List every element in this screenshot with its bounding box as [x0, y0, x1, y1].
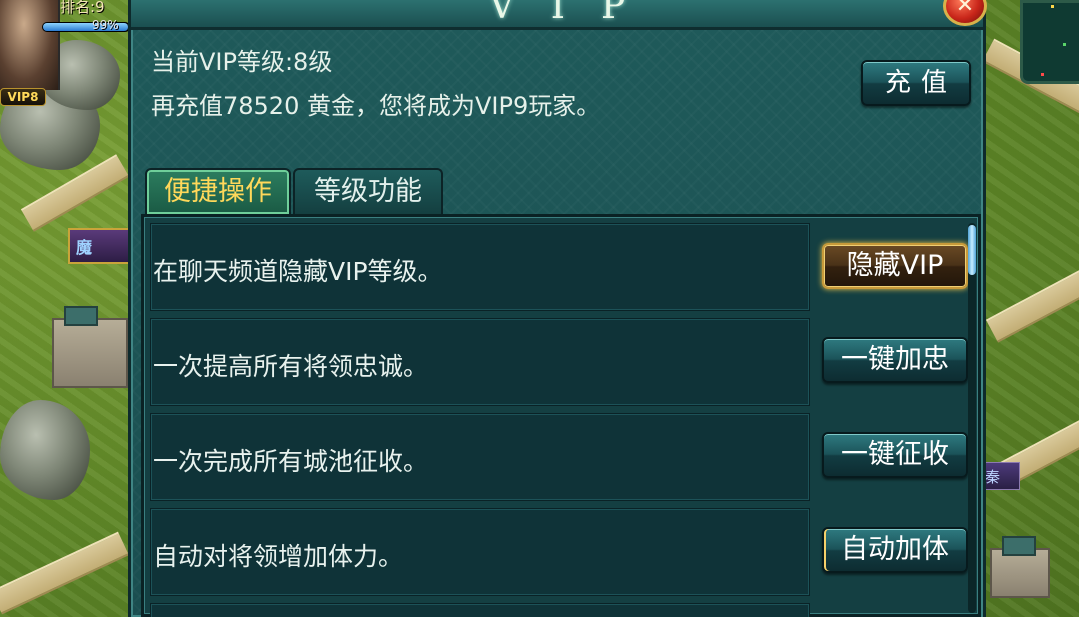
- list-item: 自动对将领增加体力。: [150, 508, 810, 596]
- map-city-tag-label: 秦: [985, 468, 1001, 486]
- map-city[interactable]: [990, 536, 1050, 598]
- minimap-marker: [1063, 43, 1066, 46]
- close-icon: ✕: [955, 0, 975, 18]
- vip-dialog: VIP ✕ 当前VIP等级:8级 再充值78520 黄金，您将成为VIP9玩家。…: [128, 0, 987, 617]
- vip-badge[interactable]: VIP8: [0, 88, 46, 106]
- list-item: 一次提高所有将领忠诚。: [150, 318, 810, 406]
- scrollbar-thumb[interactable]: [968, 225, 976, 275]
- list-item: 在聊天频道隐藏VIP等级。: [150, 223, 810, 311]
- auto-stamina-button[interactable]: 自动加体: [822, 527, 968, 573]
- list-item-text: 一次提高所有将领忠诚。: [153, 352, 429, 381]
- shortcut-list: 在聊天频道隐藏VIP等级。 隐藏VIP 一次提高所有将领忠诚。 一键加忠 一次完…: [141, 214, 981, 617]
- tab-level-features[interactable]: 等级功能: [293, 168, 443, 214]
- raise-loyalty-button[interactable]: 一键加忠: [822, 337, 968, 383]
- list-item: 一次完成所有城池征收。: [150, 413, 810, 501]
- player-avatar[interactable]: [0, 0, 60, 90]
- map-road: [0, 531, 129, 615]
- map-road: [985, 263, 1079, 343]
- list-item-text: 在聊天频道隐藏VIP等级。: [153, 257, 443, 286]
- current-vip-level: 当前VIP等级:8级: [151, 48, 333, 76]
- list-item-text: 一次完成所有城池征收。: [153, 447, 429, 476]
- map-city-tag[interactable]: 秦: [980, 462, 1020, 490]
- hide-vip-button[interactable]: 隐藏VIP: [822, 243, 968, 289]
- tab-shortcuts[interactable]: 便捷操作: [145, 168, 291, 214]
- recharge-button[interactable]: 充值: [861, 60, 971, 106]
- map-mountain: [0, 400, 90, 500]
- exp-percent: 99%: [92, 18, 119, 32]
- minimap[interactable]: [1020, 0, 1079, 84]
- minimap-marker: [1041, 73, 1044, 76]
- recharge-hint: 再充值78520 黄金，您将成为VIP9玩家。: [151, 92, 601, 120]
- map-city[interactable]: [52, 306, 128, 388]
- dialog-title: VIP: [488, 0, 662, 27]
- collect-taxes-button[interactable]: 一键征收: [822, 432, 968, 478]
- list-item-text: 自动对将领增加体力。: [153, 542, 404, 571]
- dialog-title-bar: VIP: [131, 0, 983, 30]
- minimap-marker: [1051, 5, 1054, 8]
- rank-label: 排名:9: [60, 0, 105, 16]
- scrollbar[interactable]: [968, 223, 976, 613]
- list-item: [150, 603, 810, 617]
- map-city-tag[interactable]: 魔: [68, 228, 130, 264]
- map-city-tag-label: 魔: [76, 238, 93, 257]
